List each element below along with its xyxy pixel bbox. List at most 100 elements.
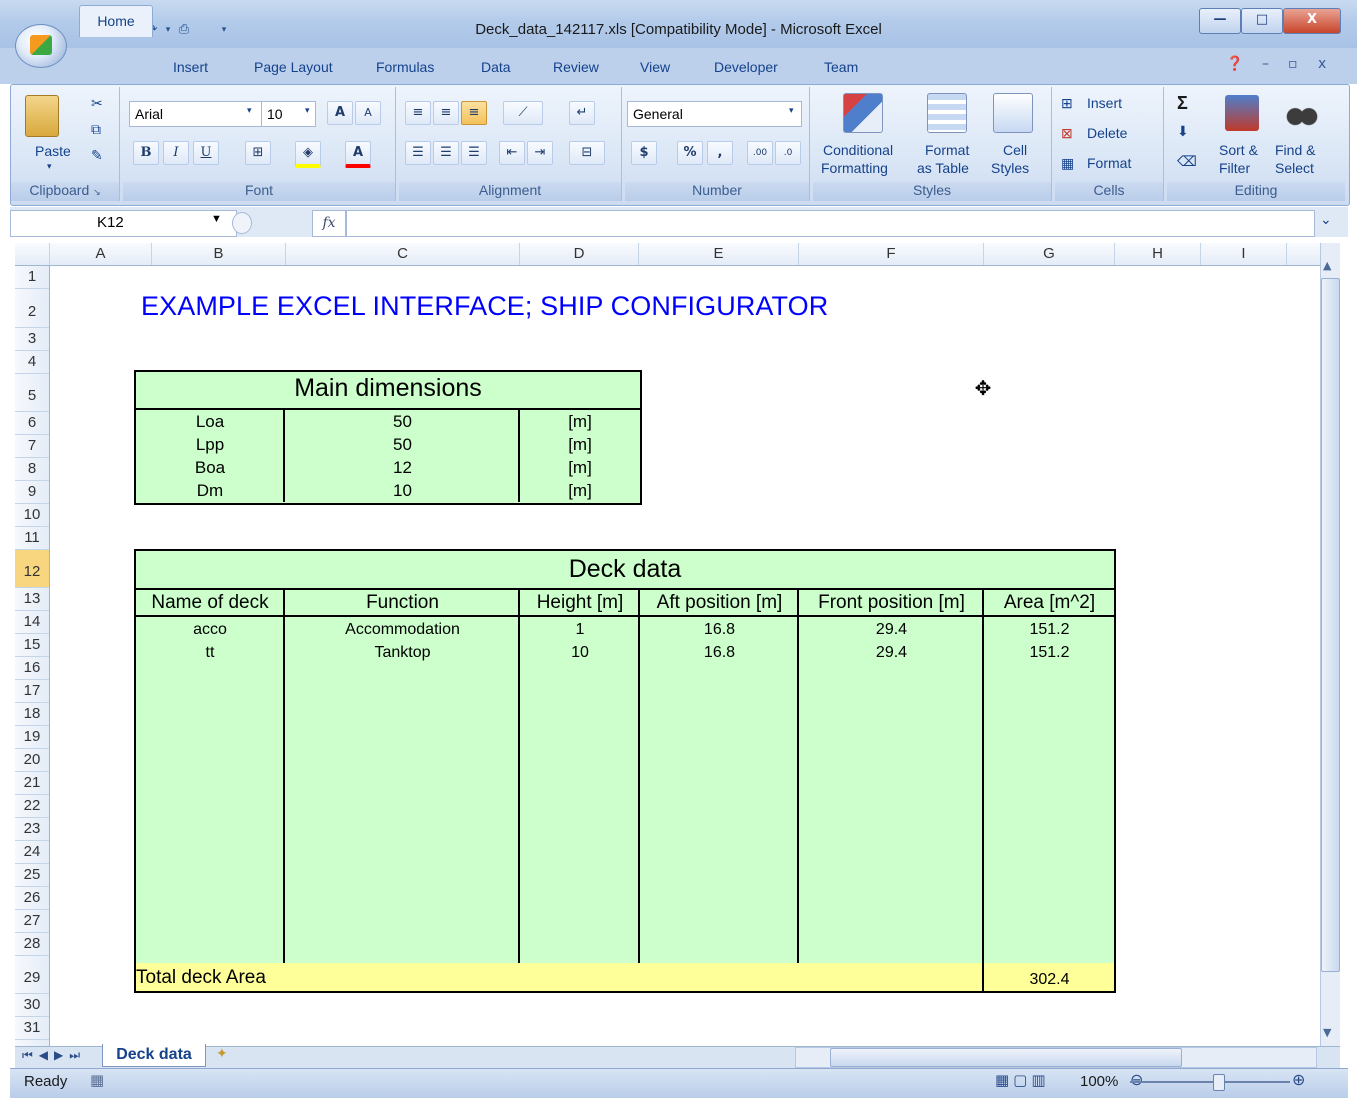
- column-header-function[interactable]: Function: [286, 592, 519, 614]
- restore-workbook-icon[interactable]: ▫: [1288, 56, 1298, 72]
- row-header[interactable]: 12: [15, 550, 49, 588]
- column-header-d[interactable]: D: [520, 243, 639, 265]
- align-top-icon[interactable]: ≡: [405, 101, 431, 125]
- row-header[interactable]: 13: [15, 588, 49, 611]
- row-header[interactable]: 30: [15, 994, 49, 1017]
- format-as-table-label1[interactable]: Format: [925, 142, 969, 158]
- deck-cell[interactable]: tt: [136, 644, 284, 662]
- dim-name[interactable]: Dm: [136, 481, 284, 501]
- column-header-aft[interactable]: Aft position [m]: [641, 592, 798, 614]
- sheet-navigation-icons[interactable]: ⏮◀▶⏭: [22, 1048, 86, 1063]
- maximize-button[interactable]: □: [1241, 8, 1283, 34]
- comma-button[interactable]: ,: [707, 141, 733, 165]
- column-header-a[interactable]: A: [50, 243, 152, 265]
- deck-cell[interactable]: Accommodation: [286, 621, 519, 639]
- merge-center-icon[interactable]: ⊟: [569, 141, 605, 165]
- row-header[interactable]: 23: [15, 818, 49, 841]
- row-header[interactable]: 22: [15, 795, 49, 818]
- row-header[interactable]: 16: [15, 657, 49, 680]
- total-label[interactable]: Total deck Area: [136, 967, 266, 989]
- deck-cell[interactable]: Tanktop: [286, 644, 519, 662]
- dim-value[interactable]: 50: [286, 412, 519, 432]
- insert-sheet-icon[interactable]: ✦: [216, 1046, 228, 1062]
- column-header-area[interactable]: Area [m^2]: [985, 592, 1114, 614]
- font-color-button[interactable]: A: [345, 141, 371, 168]
- row-header[interactable]: 1: [15, 266, 49, 289]
- delete-cells-icon[interactable]: ⊠: [1061, 125, 1073, 142]
- name-box-dropdown-icon[interactable]: ▼: [211, 213, 222, 225]
- autosum-button[interactable]: Σ: [1177, 93, 1188, 114]
- deck-cell[interactable]: 29.4: [800, 644, 983, 662]
- deck-cell[interactable]: 1: [521, 621, 639, 639]
- row-header[interactable]: 17: [15, 680, 49, 703]
- row-header[interactable]: 7: [15, 435, 49, 458]
- sort-filter-icon[interactable]: [1225, 95, 1259, 131]
- insert-cells-button[interactable]: Insert: [1087, 95, 1122, 111]
- column-header-i[interactable]: I: [1201, 243, 1287, 265]
- column-header-h[interactable]: H: [1115, 243, 1201, 265]
- paste-dropdown-icon[interactable]: ▾: [47, 161, 52, 172]
- row-header[interactable]: 3: [15, 328, 49, 351]
- dim-value[interactable]: 10: [286, 481, 519, 501]
- dim-name[interactable]: Lpp: [136, 435, 284, 455]
- align-right-icon[interactable]: ☰: [461, 141, 487, 165]
- copy-icon[interactable]: ⧉: [91, 121, 101, 138]
- tab-developer[interactable]: Developer: [714, 59, 778, 75]
- align-bottom-icon[interactable]: ≡: [461, 101, 487, 125]
- deck-cell[interactable]: 151.2: [985, 621, 1114, 639]
- number-format-dropdown-icon[interactable]: ▾: [789, 105, 794, 116]
- dim-unit[interactable]: [m]: [521, 481, 639, 501]
- expand-formula-bar-icon[interactable]: ⌄: [1320, 212, 1332, 228]
- dim-name[interactable]: Loa: [136, 412, 284, 432]
- office-button[interactable]: [15, 24, 67, 68]
- underline-button[interactable]: U: [193, 141, 219, 165]
- borders-icon[interactable]: ⊞: [245, 141, 271, 165]
- increase-decimal-button[interactable]: .00: [747, 141, 773, 165]
- paste-icon[interactable]: [25, 95, 59, 137]
- zoom-level[interactable]: 100%: [1080, 1073, 1118, 1090]
- scroll-down-icon[interactable]: ▼: [1323, 1026, 1331, 1039]
- font-size-dropdown-icon[interactable]: ▾: [305, 105, 310, 116]
- column-header-front[interactable]: Front position [m]: [800, 592, 983, 614]
- delete-cells-button[interactable]: Delete: [1087, 125, 1127, 141]
- horizontal-scroll-thumb[interactable]: [830, 1048, 1182, 1067]
- row-header[interactable]: 21: [15, 772, 49, 795]
- deck-cell[interactable]: 151.2: [985, 644, 1114, 662]
- deck-cell[interactable]: 16.8: [641, 644, 798, 662]
- dim-name[interactable]: Boa: [136, 458, 284, 478]
- italic-button[interactable]: I: [163, 141, 189, 165]
- align-center-icon[interactable]: ☰: [433, 141, 459, 165]
- align-middle-icon[interactable]: ≡: [433, 101, 459, 125]
- formula-bar-collapse-icon[interactable]: [232, 212, 252, 234]
- format-cells-button[interactable]: Format: [1087, 155, 1131, 171]
- conditional-formatting-icon[interactable]: [843, 93, 883, 133]
- row-header[interactable]: 18: [15, 703, 49, 726]
- zoom-slider-track[interactable]: [1130, 1081, 1290, 1083]
- column-header-c[interactable]: C: [286, 243, 520, 265]
- number-format-select[interactable]: General: [627, 101, 802, 127]
- tab-team[interactable]: Team: [824, 59, 858, 75]
- row-header[interactable]: 26: [15, 887, 49, 910]
- find-select-icon[interactable]: [1285, 95, 1319, 131]
- deck-cell[interactable]: 16.8: [641, 621, 798, 639]
- decrease-indent-icon[interactable]: ⇤: [499, 141, 525, 165]
- view-mode-icons[interactable]: ▦▢▥: [995, 1071, 1050, 1089]
- sheet-tab-deck-data[interactable]: Deck data: [102, 1044, 206, 1067]
- row-header[interactable]: 8: [15, 458, 49, 481]
- find-select-label1[interactable]: Find &: [1275, 142, 1315, 158]
- sort-filter-label2[interactable]: Filter: [1219, 160, 1250, 176]
- fill-icon[interactable]: ⬇: [1177, 123, 1189, 140]
- zoom-out-icon[interactable]: ⊖: [1130, 1070, 1143, 1089]
- format-as-table-icon[interactable]: [927, 93, 967, 133]
- deck-cell[interactable]: 10: [521, 644, 639, 662]
- font-name-dropdown-icon[interactable]: ▾: [247, 105, 252, 116]
- deck-data-heading[interactable]: Deck data: [136, 555, 1114, 584]
- row-header[interactable]: 5: [15, 374, 49, 412]
- currency-button[interactable]: $: [631, 141, 657, 165]
- sort-filter-label1[interactable]: Sort &: [1219, 142, 1258, 158]
- find-select-label2[interactable]: Select: [1275, 160, 1314, 176]
- row-header[interactable]: 28: [15, 933, 49, 956]
- column-header-f[interactable]: F: [799, 243, 984, 265]
- sheet-title[interactable]: EXAMPLE EXCEL INTERFACE; SHIP CONFIGURAT…: [141, 291, 828, 322]
- column-header-b[interactable]: B: [152, 243, 286, 265]
